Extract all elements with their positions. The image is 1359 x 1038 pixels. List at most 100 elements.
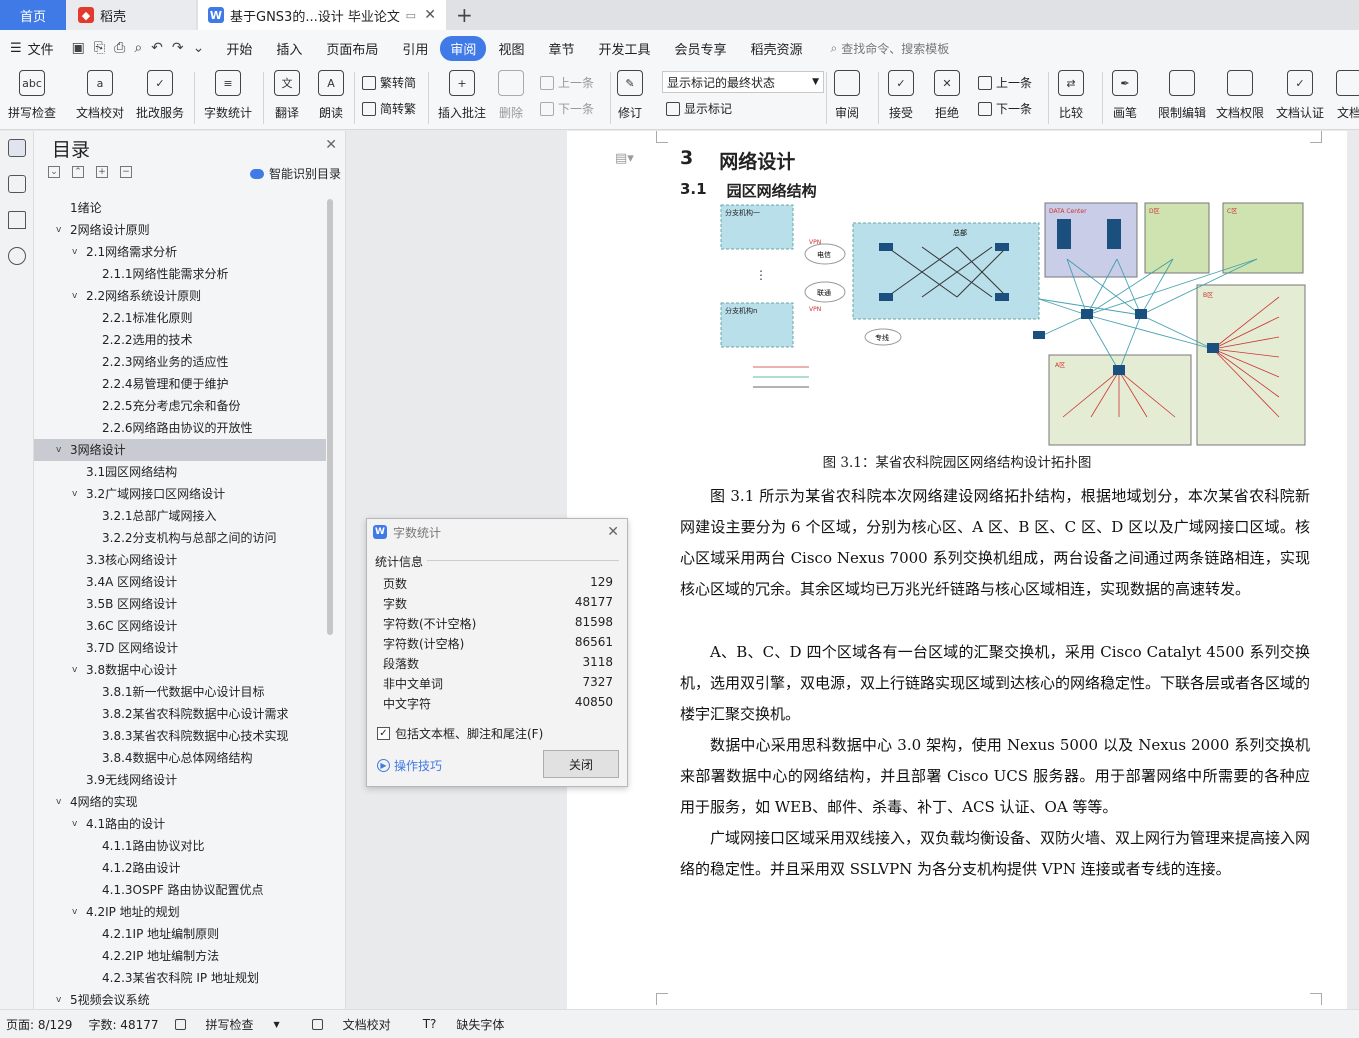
expand-icon[interactable]: ⌃ bbox=[72, 166, 84, 178]
doc-more-button[interactable]: 文档 bbox=[1336, 70, 1359, 121]
prev-change-button[interactable]: 上一条 bbox=[978, 74, 1032, 91]
toc-item[interactable]: v 4.2IP 地址的规划 bbox=[34, 901, 326, 923]
ribbon-tab-2[interactable]: 页面布局 bbox=[314, 39, 390, 58]
document-page[interactable]: ▤▾ 3 网络设计 3.1 园区网络结构 分支机构一 分支机构n ⋮ 电信 联通 V… bbox=[567, 131, 1347, 1009]
doc-check-status[interactable]: 文档校对 bbox=[311, 1016, 407, 1033]
page-indicator[interactable]: 页面: 8/129 bbox=[6, 1016, 72, 1033]
tips-link[interactable]: ▶ 操作技巧 bbox=[377, 757, 442, 774]
toc-item[interactable]: 3.8.3某省农科院数据中心技术实现 bbox=[34, 725, 326, 747]
add-heading-icon[interactable]: + bbox=[96, 166, 108, 178]
print-icon[interactable]: ⎙ bbox=[114, 40, 125, 56]
file-menu[interactable]: ☰ 文件 bbox=[0, 39, 54, 58]
toc-item[interactable]: 2.1.1网络性能需求分析 bbox=[34, 263, 326, 285]
delete-comment-button[interactable]: 删除 bbox=[498, 70, 524, 121]
simp-to-trad-button[interactable]: 简转繁 bbox=[362, 100, 416, 117]
outline-icon[interactable] bbox=[8, 175, 26, 193]
tab-daoke[interactable]: ◆ 稻壳 bbox=[66, 0, 196, 30]
pen-button[interactable]: ✒ 画笔 bbox=[1112, 70, 1138, 121]
compare-button[interactable]: ⇄ 比较 bbox=[1058, 70, 1084, 121]
toc-item[interactable]: v 5视频会议系统 bbox=[34, 989, 326, 1011]
doc-certify-button[interactable]: ✓ 文档认证 bbox=[1276, 70, 1324, 121]
missing-font-status[interactable]: T? 缺失字体 bbox=[423, 1016, 521, 1033]
toc-item[interactable]: 3.4A 区网络设计 bbox=[34, 571, 326, 593]
bookmark-icon[interactable] bbox=[8, 211, 26, 229]
chevron-down-icon[interactable]: v bbox=[72, 285, 77, 307]
toc-item[interactable]: 4.1.1路由协议对比 bbox=[34, 835, 326, 857]
toc-item[interactable]: v 4网络的实现 bbox=[34, 791, 326, 813]
include-footnotes-checkbox[interactable]: ✓ 包括文本框、脚注和尾注(F) bbox=[377, 725, 543, 742]
customize-icon[interactable]: ⌄ bbox=[193, 40, 205, 56]
new-tab-icon[interactable]: + bbox=[456, 0, 473, 30]
toc-item[interactable]: 3.2.1总部广域网接入 bbox=[34, 505, 326, 527]
trad-to-simp-button[interactable]: 繁转简 bbox=[362, 74, 416, 91]
show-markup-button[interactable]: 显示标记 bbox=[666, 100, 732, 117]
ribbon-tab-8[interactable]: 会员专享 bbox=[662, 39, 738, 58]
toc-item[interactable]: 3.1园区网络结构 bbox=[34, 461, 326, 483]
redo-icon[interactable]: ↷ bbox=[172, 40, 184, 56]
save-icon[interactable]: ▣ bbox=[72, 40, 85, 56]
command-search[interactable]: ⌕ 查找命令、搜索模板 bbox=[831, 40, 950, 57]
toc-item[interactable]: 4.2.3某省农科院 IP 地址规划 bbox=[34, 967, 326, 989]
chevron-down-icon[interactable]: v bbox=[72, 659, 77, 681]
close-icon[interactable]: ✕ bbox=[607, 524, 619, 540]
toc-item[interactable]: 3.8.2某省农科院数据中心设计需求 bbox=[34, 703, 326, 725]
spell-check-status[interactable]: 拼写检查 ▼ bbox=[174, 1016, 296, 1033]
toc-item[interactable]: 4.1.3OSPF 路由协议配置优点 bbox=[34, 879, 326, 901]
close-icon[interactable]: ✕ bbox=[325, 137, 337, 153]
toc-item[interactable]: 3.3核心网络设计 bbox=[34, 549, 326, 571]
chevron-down-icon[interactable]: v bbox=[56, 989, 61, 1011]
toc-item[interactable]: v 4.1路由的设计 bbox=[34, 813, 326, 835]
toc-item[interactable]: 4.1.2路由设计 bbox=[34, 857, 326, 879]
tab-document[interactable]: W 基于GNS3的...设计 毕业论文 ▭ ✕ bbox=[198, 0, 446, 30]
toc-item[interactable]: 2.2.3网络业务的适应性 bbox=[34, 351, 326, 373]
toc-item[interactable]: 2.2.6网络路由协议的开放性 bbox=[34, 417, 326, 439]
toc-item[interactable]: 3.9无线网络设计 bbox=[34, 769, 326, 791]
read-aloud-button[interactable]: A 朗读 bbox=[318, 70, 344, 121]
word-count-indicator[interactable]: 字数: 48177 bbox=[88, 1016, 158, 1033]
doc-permission-button[interactable]: 文档权限 bbox=[1216, 70, 1264, 121]
ribbon-tab-3[interactable]: 引用 bbox=[390, 39, 440, 58]
track-changes-button[interactable]: ✎ 修订 bbox=[617, 70, 643, 121]
approve-service-button[interactable]: ✓ 批改服务 bbox=[136, 70, 184, 121]
preview-icon[interactable]: ⌕ bbox=[134, 40, 142, 56]
smart-toc-button[interactable]: 智能识别目录 bbox=[249, 165, 341, 182]
dialog-titlebar[interactable]: W 字数统计 ✕ bbox=[367, 519, 627, 545]
chevron-down-icon[interactable]: v bbox=[56, 439, 61, 461]
toc-item[interactable]: 3.5B 区网络设计 bbox=[34, 593, 326, 615]
toc-item[interactable]: 3.7D 区网络设计 bbox=[34, 637, 326, 659]
toc-item[interactable]: v 3.2广域网接口区网络设计 bbox=[34, 483, 326, 505]
undo-icon[interactable]: ↶ bbox=[151, 40, 163, 56]
review-pane-button[interactable]: 审阅 bbox=[834, 70, 860, 121]
ribbon-tab-6[interactable]: 章节 bbox=[536, 39, 586, 58]
chevron-down-icon[interactable]: v bbox=[72, 901, 77, 923]
toc-item[interactable]: 1绪论 bbox=[34, 197, 326, 219]
next-comment-button[interactable]: 下一条 bbox=[540, 100, 594, 117]
toc-item[interactable]: 3.8.1新一代数据中心设计目标 bbox=[34, 681, 326, 703]
insert-comment-button[interactable]: + 插入批注 bbox=[438, 70, 486, 121]
toc-item[interactable]: 2.2.1标准化原则 bbox=[34, 307, 326, 329]
prev-comment-button[interactable]: 上一条 bbox=[540, 74, 594, 91]
close-button[interactable]: 关闭 bbox=[543, 750, 619, 778]
translate-button[interactable]: 文翻译 bbox=[274, 70, 300, 121]
chevron-down-icon[interactable]: v bbox=[56, 219, 61, 241]
toc-item[interactable]: 2.2.2选用的技术 bbox=[34, 329, 326, 351]
toc-item[interactable]: 2.2.4易管理和便于维护 bbox=[34, 373, 326, 395]
tab-home[interactable]: 首页 bbox=[0, 0, 66, 30]
toc-panel-icon[interactable] bbox=[8, 139, 26, 157]
toc-item[interactable]: 3.2.2分支机构与总部之间的访问 bbox=[34, 527, 326, 549]
toc-item[interactable]: 4.2.2IP 地址编制方法 bbox=[34, 945, 326, 967]
toc-item[interactable]: v 2.1网络需求分析 bbox=[34, 241, 326, 263]
ribbon-tab-1[interactable]: 插入 bbox=[264, 39, 314, 58]
restore-tab-icon[interactable]: ▭ bbox=[406, 9, 416, 22]
toc-scrollbar[interactable] bbox=[327, 199, 333, 635]
ribbon-tab-5[interactable]: 视图 bbox=[486, 39, 536, 58]
chevron-down-icon[interactable]: v bbox=[72, 483, 77, 505]
toc-item[interactable]: 3.8.4数据中心总体网络结构 bbox=[34, 747, 326, 769]
remove-heading-icon[interactable]: − bbox=[120, 166, 132, 178]
toc-item[interactable]: v 2.2网络系统设计原则 bbox=[34, 285, 326, 307]
ribbon-tab-7[interactable]: 开发工具 bbox=[586, 39, 662, 58]
word-count-button[interactable]: ≡ 字数统计 bbox=[204, 70, 252, 121]
accept-button[interactable]: ✓ 接受 bbox=[888, 70, 914, 121]
toc-item[interactable]: 2.2.5充分考虑冗余和备份 bbox=[34, 395, 326, 417]
spell-check-button[interactable]: abc 拼写检查 bbox=[8, 70, 56, 121]
